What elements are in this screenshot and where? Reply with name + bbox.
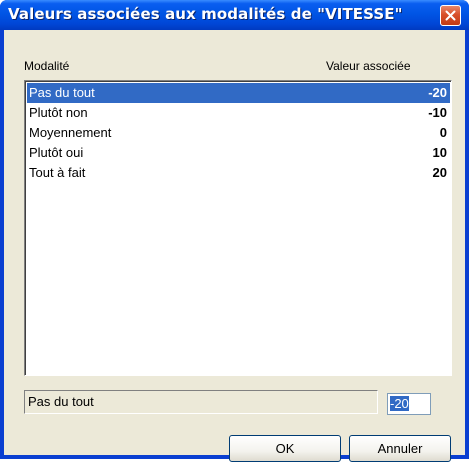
close-icon (445, 10, 456, 21)
list-item-value: -10 (428, 105, 447, 120)
dialog-window: Valeurs associées aux modalités de "VITE… (0, 0, 469, 462)
list-item[interactable]: Plutôt oui 10 (27, 143, 450, 163)
dialog-client-area: Modalité Valeur associée Pas du tout -20… (4, 30, 465, 462)
list-item-value: 10 (432, 145, 447, 160)
list-item-value: 20 (432, 165, 447, 180)
list-item-label: Tout à fait (29, 165, 86, 180)
list-item[interactable]: Plutôt non -10 (27, 103, 450, 123)
list-item-label: Moyennement (29, 125, 112, 140)
cancel-button[interactable]: Annuler (349, 435, 451, 462)
title-bar[interactable]: Valeurs associées aux modalités de "VITE… (0, 0, 469, 30)
list-item[interactable]: Pas du tout -20 (27, 83, 450, 103)
selected-modality-display: Pas du tout (24, 390, 378, 414)
list-item-value: 0 (439, 125, 447, 140)
list-item[interactable]: Moyennement 0 (27, 123, 450, 143)
close-button[interactable] (440, 5, 461, 26)
column-header-modalite: Modalité (24, 59, 70, 73)
ok-button[interactable]: OK (229, 435, 341, 462)
window-title: Valeurs associées aux modalités de "VITE… (8, 5, 403, 23)
value-input-text: -20 (390, 396, 409, 411)
column-header-valeur: Valeur associée (326, 59, 411, 73)
list-item-label: Plutôt non (29, 105, 88, 120)
value-input[interactable]: -20 (387, 393, 431, 415)
list-item-value: -20 (428, 85, 447, 100)
list-item-label: Pas du tout (29, 85, 95, 100)
list-item-label: Plutôt oui (29, 145, 84, 160)
modalities-list[interactable]: Pas du tout -20 Plutôt non -10 Moyenneme… (24, 80, 452, 376)
list-item[interactable]: Tout à fait 20 (27, 163, 450, 183)
